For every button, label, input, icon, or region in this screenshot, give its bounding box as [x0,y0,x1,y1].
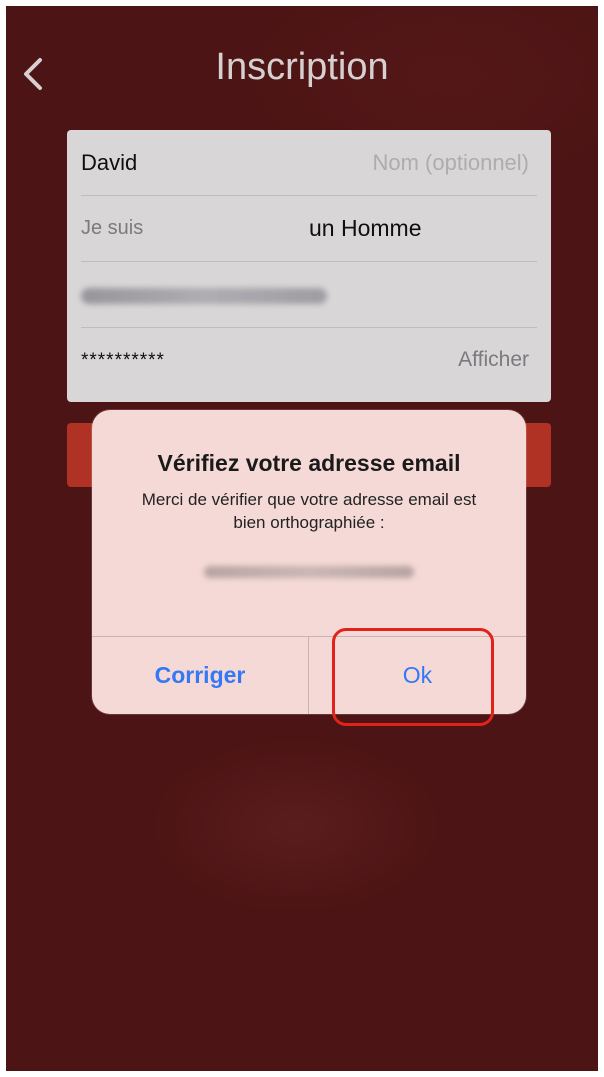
alert-title: Vérifiez votre adresse email [157,450,461,476]
correct-button[interactable]: Corriger [92,637,308,714]
alert-email-blurred [204,566,414,578]
signup-screen: Inscription David Nom (optionnel) Je sui… [6,6,598,1071]
ok-button-highlight [332,628,494,726]
alert-message: Merci de vérifier que votre adresse emai… [141,490,477,532]
